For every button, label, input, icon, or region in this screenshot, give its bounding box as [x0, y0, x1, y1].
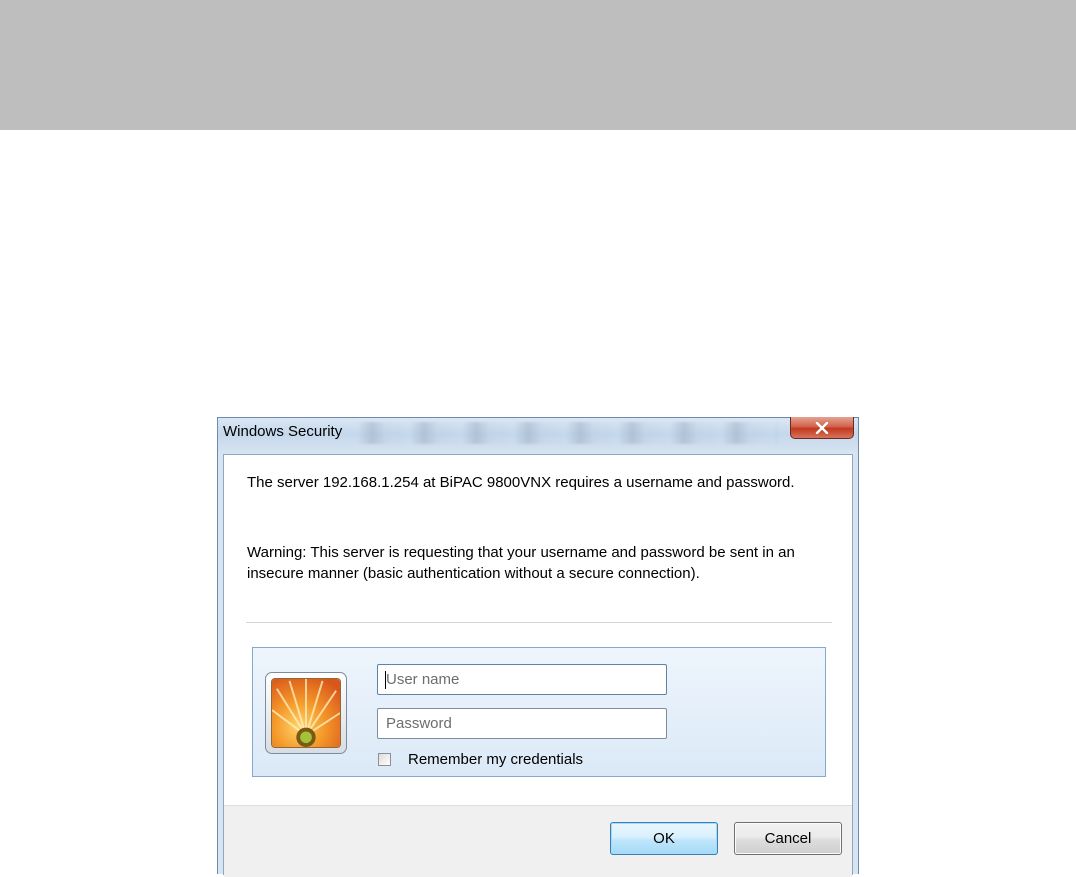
server-message: The server 192.168.1.254 at BiPAC 9800VN…: [247, 474, 795, 491]
password-input[interactable]: Password: [377, 708, 667, 739]
remember-credentials-label: Remember my credentials: [408, 750, 584, 768]
titlebar-background-blur: [358, 422, 778, 444]
username-placeholder: User name: [386, 671, 460, 688]
dialog-body: The server 192.168.1.254 at BiPAC 9800VN…: [223, 454, 853, 877]
ok-button[interactable]: OK: [610, 822, 718, 855]
avatar: [265, 672, 347, 754]
password-placeholder: Password: [386, 715, 452, 732]
username-input[interactable]: User name: [377, 664, 667, 695]
credential-panel: User name Password Remember my credentia…: [252, 647, 826, 777]
remember-credentials-option[interactable]: Remember my credentials: [377, 749, 583, 769]
windows-security-dialog: Windows Security The server 192.168.1.25…: [217, 417, 859, 877]
divider: [246, 622, 832, 623]
top-header-band: [0, 0, 1076, 130]
checkbox-icon[interactable]: [378, 752, 391, 766]
flower-avatar-icon: [271, 678, 341, 748]
dialog-footer: OK Cancel: [224, 805, 852, 877]
text-cursor: [385, 671, 386, 689]
dialog-title: Windows Security: [223, 423, 343, 440]
warning-message: Warning: This server is requesting that …: [247, 544, 795, 582]
close-icon: [815, 421, 829, 434]
close-button[interactable]: [790, 417, 854, 439]
cancel-button[interactable]: Cancel: [734, 822, 842, 855]
